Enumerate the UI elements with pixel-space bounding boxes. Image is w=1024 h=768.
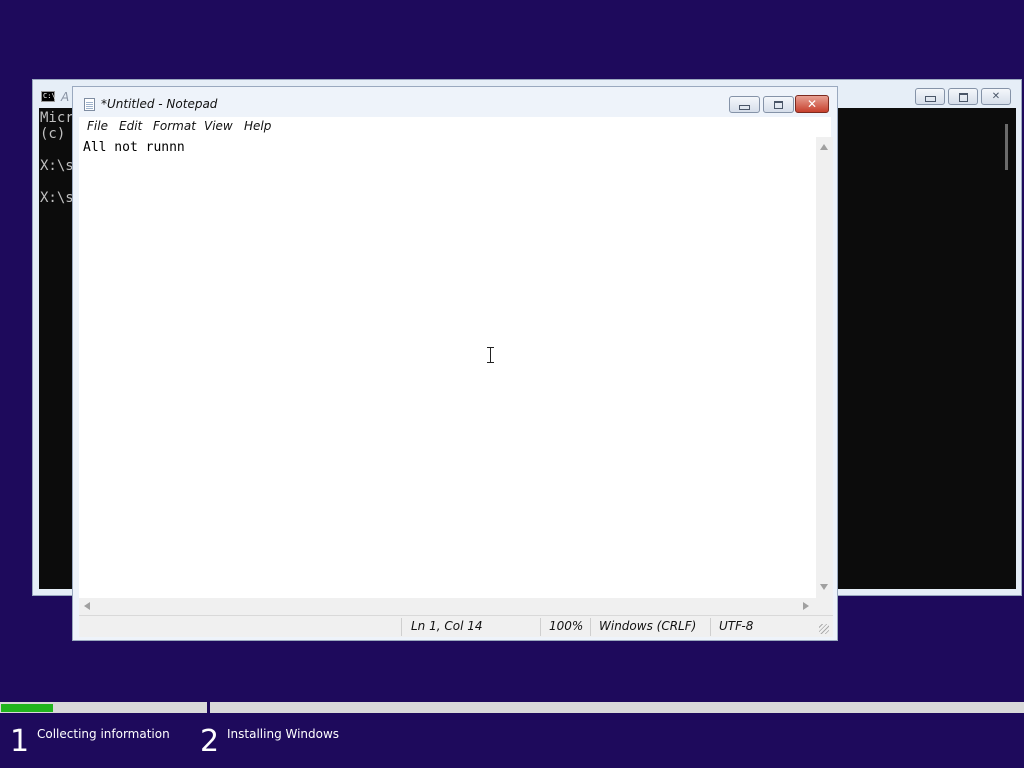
cmd-title: A	[61, 90, 70, 104]
notepad-window[interactable]: *Untitled - Notepad ✕ File Edit Format V…	[72, 86, 838, 641]
status-position: Ln 1, Col 14	[411, 619, 483, 633]
progress-track-step2	[210, 702, 1024, 713]
cmd-close-button[interactable]: ✕	[981, 88, 1011, 105]
setup-progress-bar	[0, 702, 1024, 713]
cmd-scroll-thumb[interactable]	[1005, 124, 1008, 170]
cmd-minimize-button[interactable]	[915, 88, 945, 105]
notepad-menubar: File Edit Format View Help	[79, 117, 831, 137]
resize-grip-icon[interactable]	[819, 624, 829, 634]
notepad-horizontal-scrollbar[interactable]	[79, 598, 816, 615]
step-number: 2	[200, 724, 220, 759]
status-line-ending: Windows (CRLF)	[599, 619, 697, 633]
scroll-right-arrow-icon[interactable]	[803, 602, 809, 610]
menu-format[interactable]: Format	[153, 119, 196, 133]
status-divider	[710, 618, 711, 636]
notepad-statusbar: Ln 1, Col 14 100% Windows (CRLF) UTF-8	[79, 615, 833, 637]
notepad-title: *Untitled - Notepad	[101, 97, 218, 111]
menu-file[interactable]: File	[87, 119, 108, 133]
notepad-titlebar[interactable]: *Untitled - Notepad ✕	[73, 87, 837, 117]
restore-icon	[958, 93, 968, 102]
notepad-vertical-scrollbar[interactable]	[816, 137, 833, 598]
status-divider	[401, 618, 402, 636]
menu-edit[interactable]: Edit	[119, 119, 142, 133]
step-label: Installing Windows	[227, 727, 340, 741]
scroll-down-arrow-icon[interactable]	[820, 584, 828, 590]
notepad-restore-button[interactable]	[763, 96, 794, 113]
notepad-minimize-button[interactable]	[729, 96, 760, 113]
cmd-restore-button[interactable]	[948, 88, 978, 105]
text-cursor-icon	[486, 347, 495, 363]
menu-help[interactable]: Help	[244, 119, 271, 133]
cmd-app-icon: C:\	[41, 91, 56, 102]
step-number: 1	[10, 724, 30, 759]
menu-view[interactable]: View	[204, 119, 233, 133]
status-encoding: UTF-8	[719, 619, 754, 633]
close-icon: ✕	[991, 91, 1001, 102]
minimize-icon	[739, 105, 750, 110]
scroll-left-arrow-icon[interactable]	[84, 602, 90, 610]
status-zoom: 100%	[549, 619, 584, 633]
notepad-app-icon	[84, 98, 95, 111]
step-label: Collecting information	[37, 727, 170, 741]
scrollbar-corner	[816, 598, 833, 615]
status-divider	[540, 618, 541, 636]
cmd-vertical-scrollbar[interactable]	[999, 108, 1016, 589]
status-divider	[590, 618, 591, 636]
notepad-text-area[interactable]: All not runnn	[79, 137, 816, 598]
progress-fill	[1, 704, 53, 712]
notepad-close-button[interactable]: ✕	[795, 95, 829, 113]
restore-icon	[774, 101, 783, 109]
scroll-up-arrow-icon[interactable]	[820, 144, 828, 150]
minimize-icon	[924, 96, 936, 102]
close-icon: ✕	[806, 97, 818, 111]
